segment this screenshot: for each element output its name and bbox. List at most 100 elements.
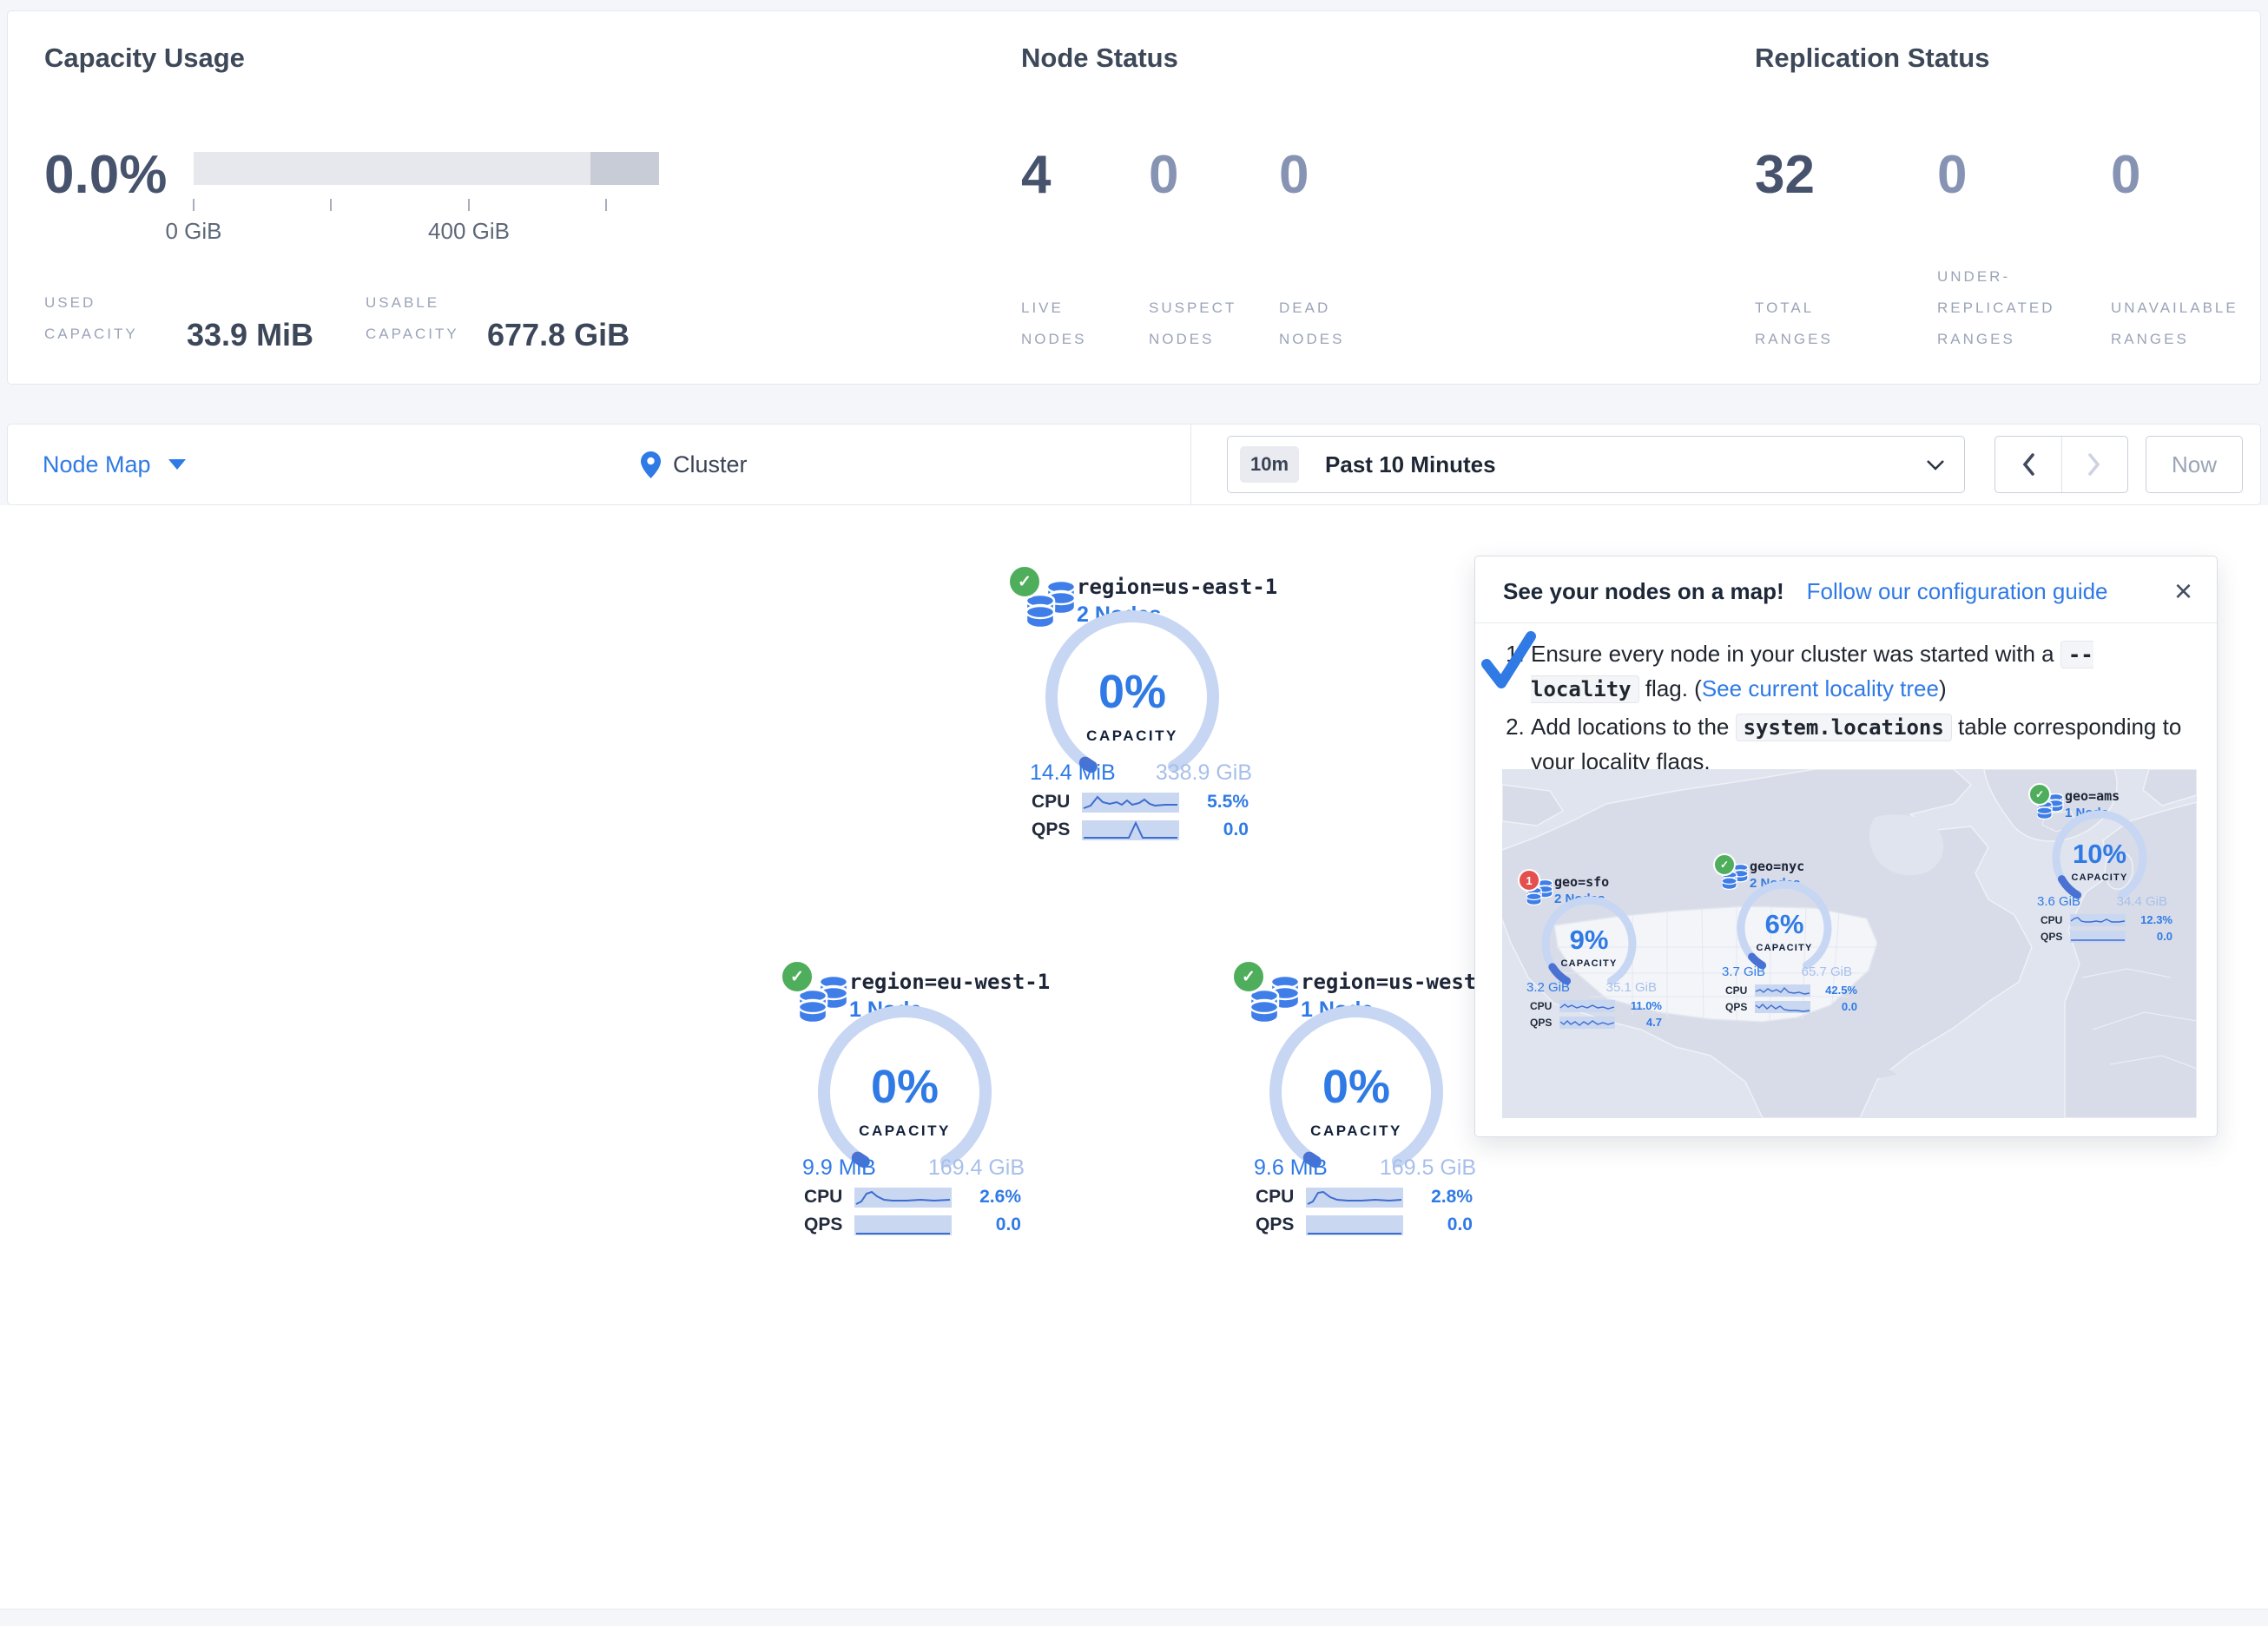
time-range-label: Past 10 Minutes	[1325, 451, 1496, 478]
capacity-values: 9.9 MiB 169.4 GiB	[802, 1155, 1025, 1181]
cpu-label: CPU	[2041, 914, 2070, 926]
configuration-guide-link[interactable]: Follow our configuration guide	[1807, 578, 2108, 605]
used-value: 3.6 GiB	[2037, 894, 2080, 909]
cpu-row: CPU 2.8%	[1256, 1187, 1473, 1208]
axis-tick	[193, 199, 194, 211]
cpu-value: 42.5%	[1810, 984, 1857, 997]
chevron-down-icon	[1926, 459, 1945, 471]
step-complete-check-icon	[1480, 631, 1538, 690]
status-ok-badge: ✓	[2028, 783, 2051, 806]
cpu-label: CPU	[1530, 1000, 1559, 1012]
gauge-percent: 10%	[2046, 840, 2153, 867]
used-value: 3.2 GiB	[1526, 980, 1570, 995]
toolbar-divider	[1190, 425, 1191, 504]
locality-card-geo-nyc[interactable]: ✓ geo=nyc 2 Nodes 6% CAPACITY 3.7 GiB 65…	[1713, 853, 1861, 1027]
live-nodes-count: 4	[1021, 148, 1051, 202]
used-capacity-label: USED CAPACITY	[44, 287, 138, 350]
cpu-label: CPU	[1256, 1187, 1306, 1208]
qps-sparkline	[2070, 931, 2126, 943]
under-replicated-label: UNDER-REPLICATEDRANGES	[1937, 261, 2055, 355]
gauge-percent: 0%	[818, 1063, 992, 1110]
gauge-capacity-label: CAPACITY	[1045, 727, 1219, 745]
capacity-bar-used-segment	[590, 152, 659, 185]
locality-name: geo=nyc	[1750, 859, 1804, 874]
close-icon[interactable]: ×	[2174, 576, 2192, 607]
qps-label: QPS	[804, 1215, 854, 1235]
total-value: 169.4 GiB	[928, 1155, 1025, 1181]
axis-tick-label: 400 GiB	[428, 218, 510, 245]
cpu-sparkline	[2070, 914, 2126, 926]
capacity-values: 3.2 GiB 35.1 GiB	[1526, 980, 1657, 995]
region-card-us-east-1[interactable]: ✓ region=us-east-1 2 Nodes 0% CAPACITY 1…	[1007, 564, 1259, 851]
cpu-value: 11.0%	[1615, 999, 1662, 1012]
used-value: 9.9 MiB	[802, 1155, 876, 1181]
qps-sparkline	[1559, 1017, 1615, 1029]
time-nav-buttons	[1994, 436, 2128, 493]
cpu-row: CPU 42.5%	[1725, 984, 1857, 997]
gauge-capacity-label: CAPACITY	[1731, 943, 1838, 953]
gauge-percent: 6%	[1731, 911, 1838, 938]
time-range-dropdown[interactable]: 10m Past 10 Minutes	[1227, 436, 1965, 493]
time-prev-button[interactable]	[1995, 437, 2061, 492]
locality-card-geo-ams[interactable]: ✓ geo=ams 1 Node 10% CAPACITY 3.6 GiB 34…	[2028, 783, 2176, 957]
qps-label: QPS	[1032, 820, 1082, 840]
used-value: 3.7 GiB	[1722, 964, 1765, 979]
region-name: region=us-east-1	[1077, 575, 1277, 599]
under-replicated-count: 0	[1937, 148, 1967, 202]
cpu-label: CPU	[1032, 792, 1082, 813]
locality-tree-link[interactable]: See current locality tree	[1702, 675, 1939, 701]
cpu-value: 12.3%	[2126, 913, 2172, 926]
status-ok-badge: ✓	[1713, 853, 1736, 876]
dead-nodes-count: 0	[1279, 148, 1309, 202]
cpu-label: CPU	[804, 1187, 854, 1208]
gauge-capacity-label: CAPACITY	[2046, 872, 2153, 883]
region-card-us-west-1[interactable]: ✓ region=us-west-1 1 Node 0% CAPACITY 9.…	[1231, 959, 1483, 1246]
qps-value: 0.0	[1179, 820, 1249, 840]
locality-name: geo=sfo	[1554, 874, 1609, 890]
region-card-eu-west-1[interactable]: ✓ region=eu-west-1 1 Node 0% CAPACITY 9.…	[780, 959, 1032, 1246]
chevron-down-icon	[168, 459, 186, 470]
capacity-values: 3.7 GiB 65.7 GiB	[1722, 964, 1852, 979]
dead-node-badge: 1	[1518, 869, 1540, 892]
view-selector-dropdown[interactable]: Node Map	[43, 425, 186, 504]
node-map-setup-popup: See your nodes on a map! Follow our conf…	[1474, 556, 2218, 1137]
status-ok-badge: ✓	[1231, 959, 1266, 994]
replication-status-title: Replication Status	[1755, 43, 1989, 74]
total-ranges-count: 32	[1755, 148, 1815, 202]
total-value: 338.9 GiB	[1156, 760, 1252, 786]
cpu-sparkline	[1306, 1188, 1403, 1208]
time-next-button[interactable]	[2061, 437, 2128, 492]
gauge-percent: 0%	[1269, 1063, 1443, 1110]
locality-name: geo=ams	[2065, 788, 2120, 804]
gauge-percent: 0%	[1045, 668, 1219, 715]
capacity-usage-title: Capacity Usage	[44, 43, 245, 74]
setup-step-1: Ensure every node in your cluster was st…	[1531, 637, 2191, 707]
status-ok-badge: ✓	[1007, 564, 1042, 599]
cpu-sparkline	[1082, 793, 1179, 813]
locality-card-geo-sfo[interactable]: 1 geo=sfo 2 Nodes 9% CAPACITY 3.2 GiB 35…	[1518, 869, 1665, 1043]
axis-tick	[468, 199, 470, 211]
cpu-sparkline	[854, 1188, 952, 1208]
capacity-percent: 0.0%	[44, 148, 167, 202]
used-value: 9.6 MiB	[1254, 1155, 1328, 1181]
cpu-value: 5.5%	[1179, 792, 1249, 813]
capacity-bar	[194, 152, 659, 185]
map-pin-icon	[641, 451, 661, 478]
qps-sparkline	[854, 1215, 952, 1235]
popup-title: See your nodes on a map!	[1503, 578, 1784, 605]
page-footer	[0, 1609, 2268, 1626]
qps-sparkline	[1755, 1001, 1810, 1013]
qps-label: QPS	[1256, 1215, 1306, 1235]
dead-nodes-label: DEADNODES	[1279, 293, 1344, 355]
node-map-page: Capacity Usage 0.0% 0 GiB 400 GiB USED C…	[0, 0, 2268, 1625]
cpu-row: CPU 12.3%	[2041, 913, 2172, 926]
axis-tick	[330, 199, 332, 211]
locality-breadcrumb[interactable]: Cluster	[641, 425, 748, 504]
qps-label: QPS	[1530, 1017, 1559, 1029]
qps-row: QPS 0.0	[2041, 930, 2172, 943]
suspect-nodes-label: SUSPECTNODES	[1149, 293, 1236, 355]
now-button[interactable]: Now	[2146, 436, 2243, 493]
total-value: 65.7 GiB	[1802, 964, 1852, 979]
qps-row: QPS 4.7	[1530, 1016, 1662, 1029]
region-name: region=us-west-1	[1301, 970, 1501, 994]
